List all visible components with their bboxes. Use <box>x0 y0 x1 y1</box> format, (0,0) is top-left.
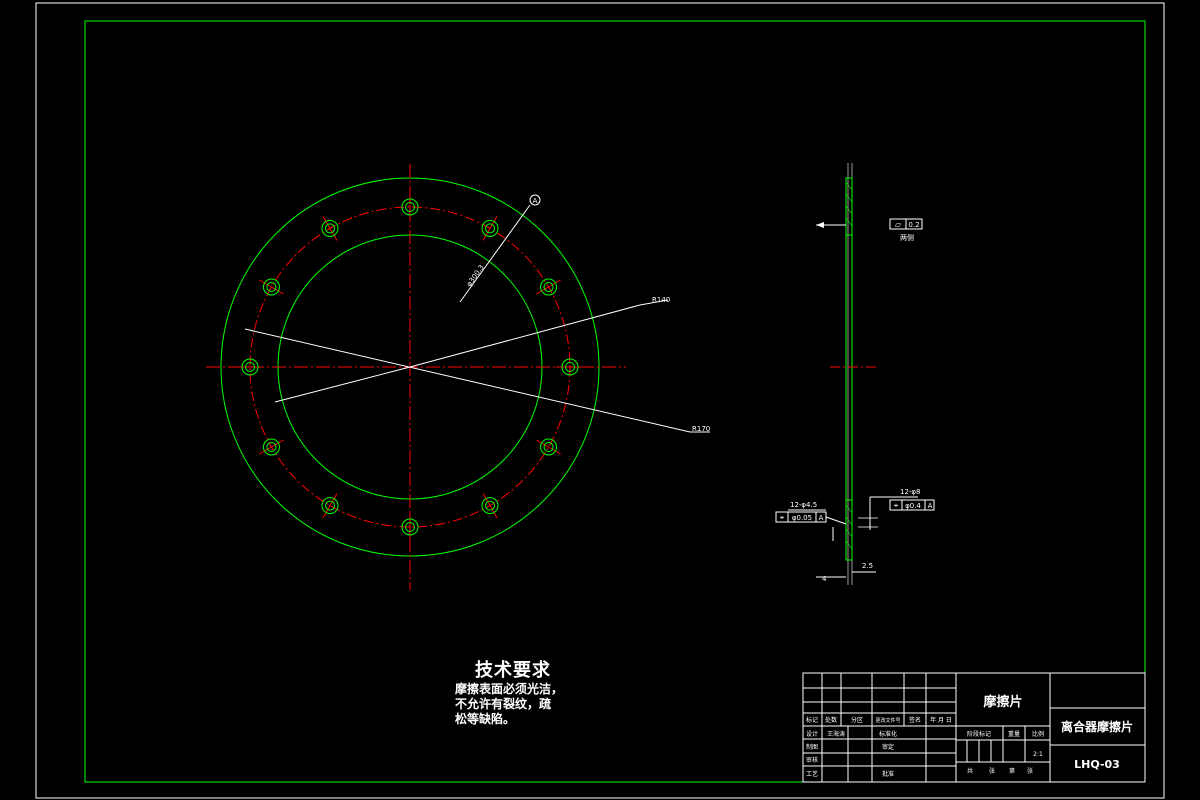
datum-label: A <box>533 197 538 205</box>
inner-radius-text: R140 <box>652 296 670 304</box>
hatch-line <box>845 205 853 215</box>
friction-layer-top <box>845 177 853 236</box>
drawing-number: LHQ-03 <box>1074 758 1120 771</box>
hole-left-position: φ0.05 <box>792 514 812 522</box>
bolt-hole <box>321 493 339 518</box>
sheet-total-label: 共 <box>967 767 973 775</box>
stage-label: 阶段标记 <box>967 730 991 738</box>
side-view: ▱ 0.2 两侧 12-φ4.5 ⌖ φ0.05 A 12-φ8 ⌖ φ0.4 … <box>775 163 935 585</box>
sheet-unit-label: 张 <box>989 767 995 775</box>
outer-radius-line <box>244 328 691 433</box>
outer-radius-text: R170 <box>692 425 710 433</box>
technical-requirements: 技术要求 摩擦表面必须光洁， 不允许有裂纹，疏 松等缺陷。 <box>455 656 585 727</box>
flatness-value: 0.2 <box>908 221 919 229</box>
drafter-label: 制图 <box>806 743 818 751</box>
approved-label: 审定 <box>882 743 894 751</box>
front-view: A φ300.3 R140 R170 <box>206 164 710 590</box>
tech-line-3: 松等缺陷。 <box>455 712 516 726</box>
bolt-hole <box>536 438 561 456</box>
header-count: 处数 <box>825 716 837 724</box>
bolt-hole <box>259 278 284 296</box>
bolt-hole <box>481 216 499 241</box>
hatch-line <box>845 193 853 203</box>
hole-left-arrow <box>825 516 847 525</box>
header-zone: 分区 <box>851 716 863 724</box>
assembly-name: 离合器摩擦片 <box>1061 719 1133 734</box>
bolt-hole <box>481 493 499 518</box>
tech-line-2: 不允许有裂纹，疏 <box>455 697 552 711</box>
hole-right-label: 12-φ8 <box>900 488 921 496</box>
hatch-line <box>845 217 853 227</box>
sheet-border <box>35 2 1165 799</box>
tech-heading: 技术要求 <box>475 660 551 681</box>
bolt-hole <box>259 438 284 456</box>
hole-right-datum: A <box>928 502 933 510</box>
flatness-note: 两侧 <box>900 233 914 242</box>
weight-label: 重量 <box>1008 730 1020 738</box>
header-mark: 标记 <box>806 716 818 724</box>
pcd-dimension-text: φ300.3 <box>465 263 486 288</box>
bolt-hole <box>321 216 339 241</box>
checker-label: 审核 <box>806 756 818 764</box>
sheet-index-label: 第 <box>1009 767 1015 775</box>
inner-radius-line-a <box>274 366 411 403</box>
header-sign: 签名 <box>909 716 921 724</box>
drawing-canvas: A φ300.3 R140 R170 ▱ 0.2 两侧 12-φ4.5 ⌖ φ0… <box>35 2 1165 799</box>
hatch-line <box>845 528 853 538</box>
designer-name: 王海涛 <box>827 730 845 738</box>
tech-line-1: 摩擦表面必须光洁， <box>455 682 564 696</box>
flatness-symbol: ▱ <box>895 220 902 229</box>
scale-label: 比例 <box>1032 730 1044 738</box>
flatness-arrow <box>816 222 824 228</box>
position-symbol-left: ⌖ <box>780 513 785 522</box>
designer-label: 设计 <box>806 730 818 738</box>
drawing-frame <box>84 20 1146 783</box>
process-label: 工艺 <box>806 770 818 778</box>
inner-radius-line-b <box>409 304 641 368</box>
header-date: 年 月 日 <box>930 716 952 724</box>
hatch-line <box>845 504 853 514</box>
title-block-text: 摩擦片 离合器摩擦片 LHQ-03 标记 处数 分区 更改文件号 签名 年 月 … <box>806 694 1133 778</box>
bolt-hole <box>536 278 561 296</box>
hatch-line <box>845 516 853 526</box>
position-symbol-right: ⌖ <box>894 501 899 510</box>
thickness-left-text: 4 <box>822 575 827 583</box>
hole-left-label: 12-φ4.5 <box>790 501 817 509</box>
header-change-doc: 更改文件号 <box>875 717 900 724</box>
hatch-line <box>845 540 853 550</box>
hole-right-position: φ0.4 <box>905 502 921 510</box>
hatch-line <box>845 181 853 191</box>
ratify-label: 批准 <box>882 770 894 778</box>
hole-left-datum: A <box>819 514 824 522</box>
standardization-label: 标准化 <box>879 730 897 738</box>
thickness-right-text: 2.5 <box>862 562 873 570</box>
sheet-unit-label-2: 张 <box>1027 767 1033 775</box>
part-name: 摩擦片 <box>983 694 1022 710</box>
scale-value: 2:1 <box>1033 751 1043 758</box>
